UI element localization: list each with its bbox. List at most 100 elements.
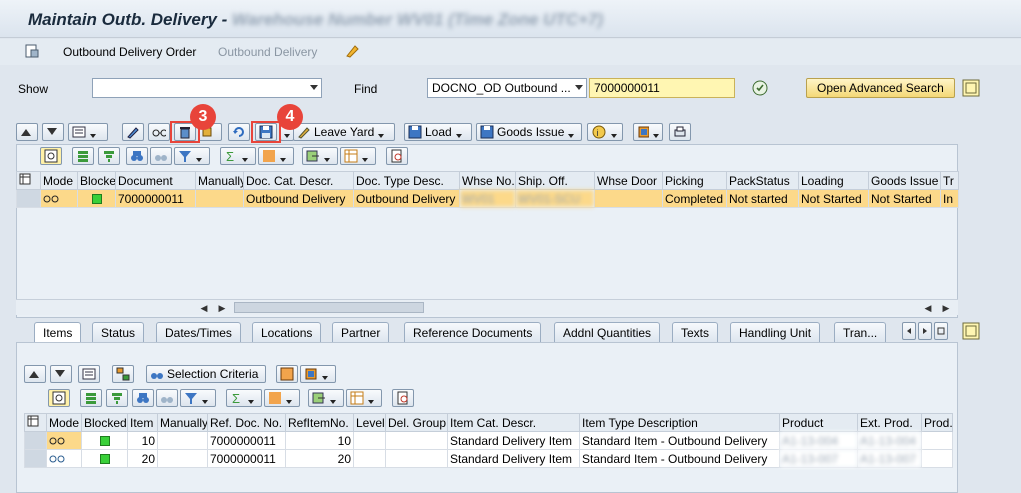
filter-icon[interactable] [174, 147, 210, 165]
layout-settings-icon[interactable] [962, 79, 980, 97]
layout-icon[interactable] [340, 147, 376, 165]
tab-handling-unit[interactable]: Handling Unit [730, 322, 821, 342]
table-row[interactable]: 7000000011 Outbound Delivery Outbound De… [16, 189, 959, 208]
col-header[interactable]: Document [115, 171, 196, 190]
col-header[interactable]: Doc. Type Desc. [353, 171, 460, 190]
show-dropdown[interactable] [92, 78, 322, 98]
selection-criteria-button[interactable]: Selection Criteria [146, 365, 266, 383]
display-glasses-button[interactable] [148, 123, 170, 141]
table-row[interactable]: 10 7000000011 10 Standard Delivery Item … [24, 431, 953, 450]
scroll-thumb[interactable] [234, 302, 424, 313]
col-header[interactable]: Ship. Off. [515, 171, 595, 190]
col-header[interactable]: Manually [195, 171, 244, 190]
tab-transport[interactable]: Tran... [834, 322, 887, 342]
menu-outbound-delivery[interactable]: Outbound Delivery [218, 45, 317, 59]
tab-partner[interactable]: Partner [332, 322, 390, 342]
layout-icon[interactable] [346, 389, 382, 407]
mode-glasses-icon[interactable] [46, 431, 82, 450]
scroll-right-icon[interactable]: ▶ [938, 300, 954, 316]
export-icon[interactable] [302, 147, 338, 165]
col-header[interactable]: Manually [157, 413, 208, 432]
col-header[interactable]: Blocked [81, 413, 128, 432]
sum-icon[interactable]: Σ [220, 147, 256, 165]
col-header[interactable]: RefItemNo. [285, 413, 354, 432]
sort-ascending-icon[interactable] [80, 389, 102, 407]
tab-status[interactable]: Status [92, 322, 145, 342]
tab-addnl-quantities[interactable]: Addnl Quantities [554, 322, 661, 342]
goods-issue-button[interactable]: Goods Issue [476, 123, 582, 141]
col-header[interactable]: Item [127, 413, 158, 432]
col-header[interactable]: Product [779, 413, 858, 432]
scroll-right-icon[interactable]: ▶ [214, 300, 230, 316]
flag-menu-button[interactable] [300, 365, 336, 383]
details-icon[interactable] [40, 147, 62, 165]
details-icon[interactable] [48, 389, 70, 407]
upper-horizontal-scrollbar[interactable]: ◀ ▶ ◀ ▶ [16, 299, 958, 315]
move-down-button[interactable] [42, 123, 64, 141]
document-cell[interactable]: 7000000011 [115, 189, 196, 208]
open-advanced-search-button[interactable]: Open Advanced Search [806, 78, 955, 98]
col-header[interactable]: Del. Group [385, 413, 448, 432]
row-selector[interactable] [24, 449, 47, 468]
col-header[interactable]: Mode [46, 413, 82, 432]
sort-ascending-icon[interactable] [72, 147, 94, 165]
menu-outbound-delivery-order[interactable]: Outbound Delivery Order [63, 45, 196, 59]
col-header[interactable]: Mode [40, 171, 78, 190]
move-up-button[interactable] [16, 123, 38, 141]
tab-scroll-left-icon[interactable] [902, 322, 916, 340]
print-preview-icon[interactable] [392, 389, 414, 407]
sort-descending-icon[interactable] [106, 389, 128, 407]
document-settings-icon[interactable] [24, 43, 40, 59]
row-selector[interactable] [16, 189, 41, 208]
find-binoculars-icon[interactable] [126, 147, 148, 165]
col-header[interactable]: Doc. Cat. Descr. [243, 171, 354, 190]
move-down-button[interactable] [50, 365, 72, 383]
refresh-button[interactable] [228, 123, 250, 141]
col-header[interactable]: Picking [662, 171, 727, 190]
export-icon[interactable] [308, 389, 344, 407]
col-header[interactable]: Ref. Doc. No. [207, 413, 286, 432]
row-selector[interactable] [24, 431, 47, 450]
column-settings-icon[interactable] [16, 171, 41, 190]
flag-button[interactable] [633, 123, 663, 141]
details-menu-button[interactable] [68, 123, 108, 141]
col-header[interactable]: Loading [798, 171, 869, 190]
subtotal-icon[interactable] [258, 147, 294, 165]
tab-list-icon[interactable] [934, 322, 948, 340]
tab-settings-icon[interactable] [962, 322, 980, 340]
print-button[interactable] [669, 123, 691, 141]
col-header[interactable]: Blocked [77, 171, 116, 190]
pencil-scroll-icon[interactable] [344, 43, 360, 59]
hierarchy-icon[interactable] [112, 365, 134, 383]
find-type-dropdown[interactable]: DOCNO_OD Outbound ... [427, 78, 587, 98]
mode-glasses-icon[interactable] [46, 449, 82, 468]
details-button[interactable] [78, 365, 100, 383]
col-header[interactable]: Level [353, 413, 386, 432]
tab-scroll-right-icon[interactable] [918, 322, 932, 340]
print-preview-icon[interactable] [386, 147, 408, 165]
hierarchy-expand-icon[interactable] [276, 365, 298, 383]
col-header[interactable]: Whse No. [459, 171, 516, 190]
execute-search-icon[interactable] [751, 79, 769, 97]
find-input[interactable]: 7000000011 [589, 78, 735, 98]
col-header[interactable]: Tr [940, 171, 959, 190]
col-header[interactable]: Prod. [921, 413, 953, 432]
col-header[interactable]: Item Cat. Descr. [447, 413, 580, 432]
filter-icon[interactable] [180, 389, 216, 407]
sort-descending-icon[interactable] [98, 147, 120, 165]
tab-texts[interactable]: Texts [672, 322, 719, 342]
column-settings-icon[interactable] [24, 413, 47, 432]
load-button[interactable]: Load [404, 123, 472, 141]
edit-pencil-button[interactable] [122, 123, 144, 141]
tab-locations[interactable]: Locations [252, 322, 322, 342]
find-next-icon[interactable] [150, 147, 172, 165]
col-header[interactable]: PackStatus [726, 171, 799, 190]
col-header[interactable]: Item Type Description [579, 413, 780, 432]
mode-glasses-icon[interactable] [40, 189, 78, 208]
scroll-left-icon[interactable]: ◀ [196, 300, 212, 316]
tab-dates-times[interactable]: Dates/Times [156, 322, 241, 342]
col-header[interactable]: Goods Issue [868, 171, 941, 190]
find-binoculars-icon[interactable] [132, 389, 154, 407]
move-up-button[interactable] [24, 365, 46, 383]
scroll-left-icon[interactable]: ◀ [920, 300, 936, 316]
